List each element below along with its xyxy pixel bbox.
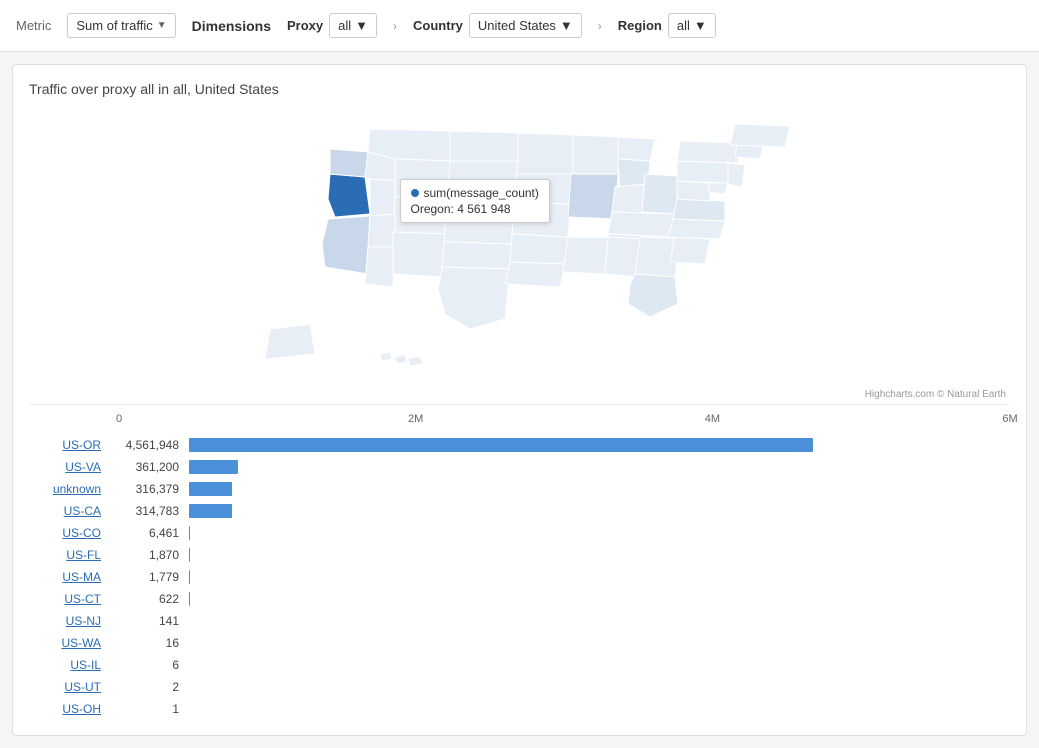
bar-value-us-nj: 141 <box>109 614 189 628</box>
bar-track <box>189 614 1010 628</box>
bar-label-us-ct[interactable]: US-CT <box>29 592 109 606</box>
bar-label-us-ca[interactable]: US-CA <box>29 504 109 518</box>
bar-label-us-fl[interactable]: US-FL <box>29 548 109 562</box>
bar-fill <box>189 482 232 496</box>
country-dropdown-arrow: ▼ <box>560 18 573 33</box>
bar-fill <box>189 504 232 518</box>
bar-value-us-fl: 1,870 <box>109 548 189 562</box>
table-row: US-CO6,461 <box>29 523 1010 543</box>
metric-label: Metric <box>16 18 51 33</box>
proxy-dropdown-arrow: ▼ <box>355 18 368 33</box>
table-row: US-OR4,561,948 <box>29 435 1010 455</box>
country-dropdown[interactable]: United States ▼ <box>469 13 582 38</box>
bar-track <box>189 570 1010 584</box>
table-row: unknown316,379 <box>29 479 1010 499</box>
bar-label-us-ma[interactable]: US-MA <box>29 570 109 584</box>
map-container: sum(message_count) Oregon: 4 561 948 <box>29 109 1010 389</box>
metric-dropdown[interactable]: Sum of traffic ▼ <box>67 13 175 38</box>
bar-label-us-ut[interactable]: US-UT <box>29 680 109 694</box>
table-row: US-NJ141 <box>29 611 1010 631</box>
bar-label-us-il[interactable]: US-IL <box>29 658 109 672</box>
table-row: US-MA1,779 <box>29 567 1010 587</box>
bar-chart-area: 02M4M6M US-OR4,561,948US-VA361,200unknow… <box>29 404 1010 719</box>
axis-label-6M: 6M <box>1002 413 1017 425</box>
bar-value-us-or: 4,561,948 <box>109 438 189 452</box>
us-map-svg <box>180 119 860 379</box>
bar-label-us-co[interactable]: US-CO <box>29 526 109 540</box>
proxy-dropdown[interactable]: all ▼ <box>329 13 377 38</box>
bar-value-us-ca: 314,783 <box>109 504 189 518</box>
bar-fill <box>189 438 813 452</box>
bar-track <box>189 548 1010 562</box>
proxy-dim-item: Proxy all ▼ <box>287 13 377 38</box>
bar-value-us-ma: 1,779 <box>109 570 189 584</box>
axis-label-4M: 4M <box>705 413 720 425</box>
table-row: US-CT622 <box>29 589 1010 609</box>
table-row: US-OH1 <box>29 699 1010 719</box>
bar-track <box>189 482 1010 496</box>
bar-label-us-or[interactable]: US-OR <box>29 438 109 452</box>
region-dim-item: Region all ▼ <box>618 13 716 38</box>
bar-value-us-va: 361,200 <box>109 460 189 474</box>
region-label: Region <box>618 18 662 33</box>
chevron-right-icon-2: › <box>598 19 602 33</box>
region-dropdown-arrow: ▼ <box>694 18 707 33</box>
bar-fill <box>189 526 190 540</box>
country-value: United States <box>478 18 556 33</box>
bar-track <box>189 680 1010 694</box>
bar-track <box>189 592 1010 606</box>
bar-track <box>189 504 1010 518</box>
bar-value-us-wa: 16 <box>109 636 189 650</box>
axis-labels: 02M4M6M <box>119 413 1010 431</box>
bar-track <box>189 438 1010 452</box>
bar-value-us-oh: 1 <box>109 702 189 716</box>
highcharts-credit: Highcharts.com © Natural Earth <box>29 389 1010 400</box>
bar-value-us-ct: 622 <box>109 592 189 606</box>
bar-rows: US-OR4,561,948US-VA361,200unknown316,379… <box>29 435 1010 719</box>
header: Metric Sum of traffic ▼ Dimensions Proxy… <box>0 0 1039 52</box>
table-row: US-FL1,870 <box>29 545 1010 565</box>
table-row: US-UT2 <box>29 677 1010 697</box>
bar-track <box>189 526 1010 540</box>
metric-dropdown-arrow: ▼ <box>157 20 167 31</box>
bar-label-us-va[interactable]: US-VA <box>29 460 109 474</box>
bar-track <box>189 702 1010 716</box>
table-row: US-WA16 <box>29 633 1010 653</box>
chevron-right-icon-1: › <box>393 19 397 33</box>
map-svg: sum(message_count) Oregon: 4 561 948 <box>180 119 860 379</box>
bar-value-us-ut: 2 <box>109 680 189 694</box>
bar-track <box>189 460 1010 474</box>
bar-track <box>189 636 1010 650</box>
country-label: Country <box>413 18 463 33</box>
bar-label-us-nj[interactable]: US-NJ <box>29 614 109 628</box>
proxy-value: all <box>338 18 351 33</box>
bar-track <box>189 658 1010 672</box>
bar-value-us-il: 6 <box>109 658 189 672</box>
region-dropdown[interactable]: all ▼ <box>668 13 716 38</box>
axis-label-0: 0 <box>116 413 122 425</box>
bar-label-us-oh[interactable]: US-OH <box>29 702 109 716</box>
region-value: all <box>677 18 690 33</box>
axis-label-2M: 2M <box>408 413 423 425</box>
proxy-label: Proxy <box>287 18 323 33</box>
bar-fill <box>189 460 238 474</box>
chart-title: Traffic over proxy all in all, United St… <box>29 81 1010 97</box>
country-dim-item: Country United States ▼ <box>413 13 582 38</box>
table-row: US-VA361,200 <box>29 457 1010 477</box>
bar-label-unknown[interactable]: unknown <box>29 482 109 496</box>
main-content: Traffic over proxy all in all, United St… <box>12 64 1027 736</box>
table-row: US-IL6 <box>29 655 1010 675</box>
bar-label-us-wa[interactable]: US-WA <box>29 636 109 650</box>
dimensions-label: Dimensions <box>192 18 271 34</box>
metric-value: Sum of traffic <box>76 18 152 33</box>
bar-value-us-co: 6,461 <box>109 526 189 540</box>
table-row: US-CA314,783 <box>29 501 1010 521</box>
bar-value-unknown: 316,379 <box>109 482 189 496</box>
